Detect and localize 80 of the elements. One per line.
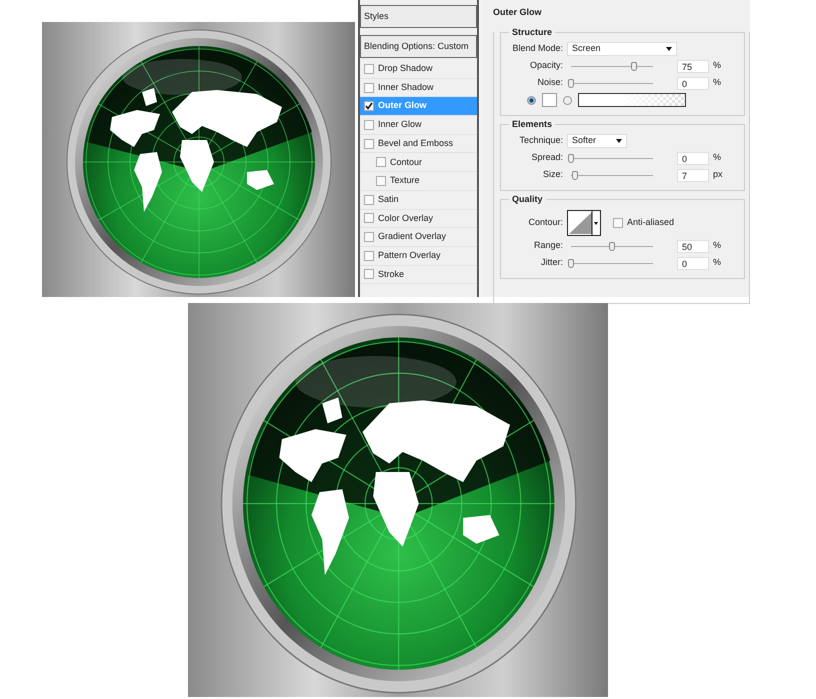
style-item[interactable]: Contour	[360, 153, 477, 172]
checkbox[interactable]	[364, 101, 374, 112]
value-field[interactable]: 75	[677, 60, 709, 72]
unit-label: %	[713, 76, 722, 90]
checkbox[interactable]	[364, 213, 374, 224]
style-label: Drop Shadow	[378, 62, 433, 76]
style-item[interactable]: Satin	[360, 190, 477, 210]
style-item[interactable]: Gradient Overlay	[360, 228, 477, 247]
slider[interactable]	[571, 259, 653, 267]
style-item[interactable]: Texture	[360, 172, 477, 191]
unit-label: %	[713, 59, 722, 72]
field-label: Blend Mode:	[511, 42, 563, 56]
value-field[interactable]: 0	[677, 152, 709, 164]
style-label: Satin	[378, 192, 399, 206]
checkbox[interactable]	[376, 157, 386, 168]
group-title: Quality	[509, 192, 546, 206]
dropdown[interactable]: Screen	[567, 42, 677, 56]
style-label: Gradient Overlay	[378, 230, 446, 244]
value-field[interactable]: 0	[677, 256, 709, 270]
slider[interactable]	[571, 154, 653, 162]
gradient-picker[interactable]	[578, 93, 686, 107]
slider-thumb[interactable]	[609, 242, 615, 251]
checkbox[interactable]	[364, 194, 374, 205]
field-label: Technique:	[518, 134, 563, 148]
blending-options-item[interactable]: Blending Options: Custom	[360, 35, 477, 58]
slider[interactable]	[571, 62, 653, 70]
style-label: Contour	[390, 156, 422, 169]
checkbox[interactable]	[376, 176, 386, 186]
slider-thumb[interactable]	[568, 154, 574, 163]
value-field[interactable]: 7	[677, 168, 709, 182]
contour-picker[interactable]	[567, 210, 601, 236]
unit-label: px	[713, 168, 723, 182]
radio-button[interactable]	[527, 96, 536, 104]
checkbox[interactable]	[364, 250, 374, 261]
slider[interactable]	[571, 242, 653, 250]
style-item[interactable]: Inner Glow	[360, 116, 477, 135]
checkbox[interactable]	[364, 269, 374, 280]
style-label: Color Overlay	[378, 212, 434, 225]
style-label: Bevel and Emboss	[378, 136, 454, 150]
style-label: Outer Glow	[378, 99, 427, 112]
style-item[interactable]: Stroke	[360, 266, 477, 284]
section-title: Outer Glow	[493, 6, 542, 19]
unit-label: %	[713, 256, 722, 270]
field-label: Spread:	[530, 151, 563, 164]
style-label: Texture	[390, 174, 420, 188]
color-swatch[interactable]	[542, 93, 557, 107]
radio-button[interactable]	[563, 96, 572, 104]
slider-thumb[interactable]	[568, 79, 574, 88]
slider[interactable]	[571, 79, 653, 87]
style-item[interactable]: Bevel and Emboss	[360, 134, 477, 154]
unit-label: %	[713, 239, 722, 252]
slider-thumb[interactable]	[568, 259, 574, 268]
style-label: Pattern Overlay	[378, 248, 441, 262]
value-field[interactable]: 50	[677, 240, 709, 252]
style-label: Inner Glow	[378, 118, 422, 132]
dropdown[interactable]: Softer	[567, 134, 627, 148]
field-label: Contour:	[527, 216, 563, 229]
slider[interactable]	[571, 171, 653, 179]
checkbox-label: Anti-aliased	[627, 216, 674, 229]
panel-header: Styles	[360, 5, 477, 28]
checkbox[interactable]	[364, 138, 374, 149]
field-label: Noise:	[536, 76, 563, 90]
field-label: Opacity:	[528, 59, 563, 72]
checkbox[interactable]	[364, 64, 374, 74]
field-label: Size:	[542, 168, 563, 182]
style-item[interactable]: Color Overlay	[360, 210, 477, 228]
slider-thumb[interactable]	[572, 171, 578, 180]
field-label: Range:	[532, 239, 563, 252]
checkbox[interactable]	[613, 218, 623, 228]
style-item[interactable]: Pattern Overlay	[360, 246, 477, 266]
checkbox[interactable]	[364, 82, 374, 93]
value-field[interactable]: 0	[677, 76, 709, 90]
style-item[interactable]: Drop Shadow	[360, 60, 477, 79]
checkbox[interactable]	[364, 232, 374, 242]
field-label: Jitter:	[540, 256, 563, 270]
checkbox[interactable]	[364, 120, 374, 130]
style-label: Inner Shadow	[378, 80, 434, 94]
style-label: Stroke	[378, 268, 404, 281]
slider-thumb[interactable]	[631, 62, 638, 71]
unit-label: %	[713, 151, 722, 164]
